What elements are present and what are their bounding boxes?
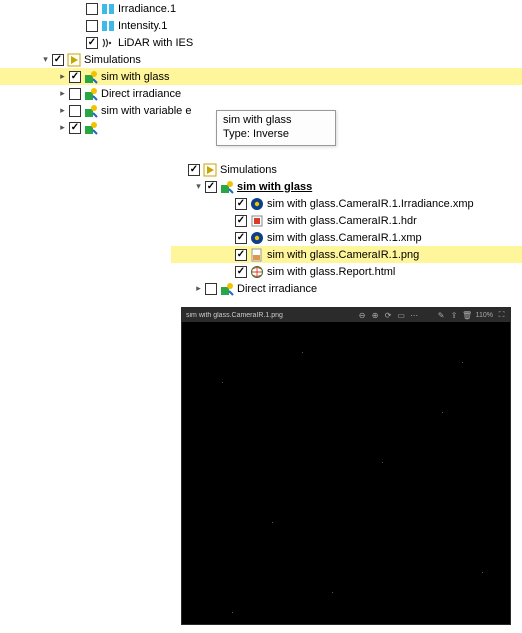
- html-icon: [250, 265, 264, 279]
- tree-item-label: Direct irradiance: [101, 88, 181, 100]
- zoom-in-icon[interactable]: ⊕: [371, 311, 380, 320]
- tree-item-selected[interactable]: ▸ sim with glass: [0, 68, 522, 85]
- tree-item-label: sim with glass.CameraIR.1.hdr: [267, 215, 417, 227]
- expander-icon[interactable]: ▾: [193, 181, 204, 192]
- tree-item-label: sim with glass: [101, 71, 169, 83]
- tree-item[interactable]: ▸ Direct irradiance: [171, 280, 522, 297]
- image-preview-window: sim with glass.CameraIR.1.png ⊖ ⊕ ⟳ ▭ ⋯ …: [181, 307, 511, 625]
- tree-item[interactable]: sim with glass.CameraIR.1.hdr: [171, 212, 522, 229]
- tree-item[interactable]: sim with glass.CameraIR.1.xmp: [171, 229, 522, 246]
- crop-icon[interactable]: ▭: [397, 311, 406, 320]
- checkbox[interactable]: [235, 232, 247, 244]
- checkbox[interactable]: [188, 164, 200, 176]
- tree-item-label: Simulations: [220, 164, 277, 176]
- xmp-icon: [250, 231, 264, 245]
- tree-item-label: sim with glass: [237, 181, 312, 193]
- tree-item[interactable]: sim with glass.Report.html: [171, 263, 522, 280]
- tree-item-label: sim with variable e: [101, 105, 191, 117]
- checkbox[interactable]: [205, 181, 217, 193]
- antenna-icon: [101, 36, 115, 50]
- tree-item[interactable]: Irradiance.1: [0, 0, 522, 17]
- tooltip-line: sim with glass: [223, 114, 329, 128]
- checkbox[interactable]: [235, 266, 247, 278]
- checkbox[interactable]: [86, 37, 98, 49]
- checkbox[interactable]: [69, 122, 81, 134]
- edit-icon[interactable]: ✎: [437, 311, 446, 320]
- tree-item-label: Intensity.1: [118, 20, 167, 32]
- tree-item-label: Irradiance.1: [118, 3, 176, 15]
- expander-icon[interactable]: ▸: [57, 122, 68, 133]
- preview-title: sim with glass.CameraIR.1.png: [186, 312, 283, 319]
- expander-icon[interactable]: ▸: [57, 71, 68, 82]
- checkbox[interactable]: [235, 249, 247, 261]
- xmp-icon: [250, 197, 264, 211]
- tree-item[interactable]: Intensity.1: [0, 17, 522, 34]
- tree-item-label: sim with glass.Report.html: [267, 266, 395, 278]
- tree-item-selected[interactable]: sim with glass.CameraIR.1.png: [171, 246, 522, 263]
- expander-icon[interactable]: ▸: [193, 283, 204, 294]
- tree-item[interactable]: sim with glass.CameraIR.1.Irradiance.xmp: [171, 195, 522, 212]
- tree-item[interactable]: ▸ Direct irradiance: [0, 85, 522, 102]
- sim-icon: [84, 70, 98, 84]
- checkbox[interactable]: [69, 71, 81, 83]
- play-icon: [203, 163, 217, 177]
- expander-icon[interactable]: ▾: [40, 54, 51, 65]
- tree-item-label: sim with glass.CameraIR.1.xmp: [267, 232, 422, 244]
- png-icon: [250, 248, 264, 262]
- expander-icon[interactable]: ▸: [57, 88, 68, 99]
- preview-canvas[interactable]: [182, 322, 510, 624]
- tree-item[interactable]: Simulations: [171, 161, 522, 178]
- delete-icon[interactable]: 🗑: [463, 311, 472, 320]
- fullscreen-icon[interactable]: ⛶: [497, 311, 506, 320]
- sim-icon: [84, 121, 98, 135]
- expander-icon[interactable]: ▸: [57, 105, 68, 116]
- tree-item-label: Simulations: [84, 54, 141, 66]
- checkbox[interactable]: [86, 20, 98, 32]
- checkbox[interactable]: [86, 3, 98, 15]
- tree-item[interactable]: LiDAR with IES: [0, 34, 522, 51]
- tree-item[interactable]: ▾ sim with glass: [171, 178, 522, 195]
- play-icon: [67, 53, 81, 67]
- sim-icon: [220, 282, 234, 296]
- checkbox[interactable]: [235, 198, 247, 210]
- more-icon[interactable]: ⋯: [410, 311, 419, 320]
- tree-item-label: Direct irradiance: [237, 283, 317, 295]
- zoom-label: 110%: [476, 311, 493, 320]
- sensor-icon: [101, 2, 115, 16]
- tree-item-label: sim with glass.CameraIR.1.Irradiance.xmp: [267, 198, 474, 210]
- sim-icon: [220, 180, 234, 194]
- tree-item-label: sim with glass.CameraIR.1.png: [267, 249, 419, 261]
- inner-tree: Simulations ▾ sim with glass sim with gl…: [171, 161, 522, 297]
- tree-item[interactable]: ▾ Simulations: [0, 51, 522, 68]
- share-icon[interactable]: ⇪: [450, 311, 459, 320]
- tree-item-label: LiDAR with IES: [118, 37, 193, 49]
- hdr-icon: [250, 214, 264, 228]
- sensor-icon: [101, 19, 115, 33]
- preview-titlebar[interactable]: sim with glass.CameraIR.1.png ⊖ ⊕ ⟳ ▭ ⋯ …: [182, 308, 510, 322]
- rotate-icon[interactable]: ⟳: [384, 311, 393, 320]
- sim-icon: [84, 87, 98, 101]
- zoom-out-icon[interactable]: ⊖: [358, 311, 367, 320]
- checkbox[interactable]: [69, 88, 81, 100]
- checkbox[interactable]: [52, 54, 64, 66]
- checkbox[interactable]: [205, 283, 217, 295]
- tooltip: sim with glass Type: Inverse: [216, 110, 336, 146]
- sim-icon: [84, 104, 98, 118]
- checkbox[interactable]: [69, 105, 81, 117]
- checkbox[interactable]: [235, 215, 247, 227]
- tooltip-line: Type: Inverse: [223, 128, 329, 142]
